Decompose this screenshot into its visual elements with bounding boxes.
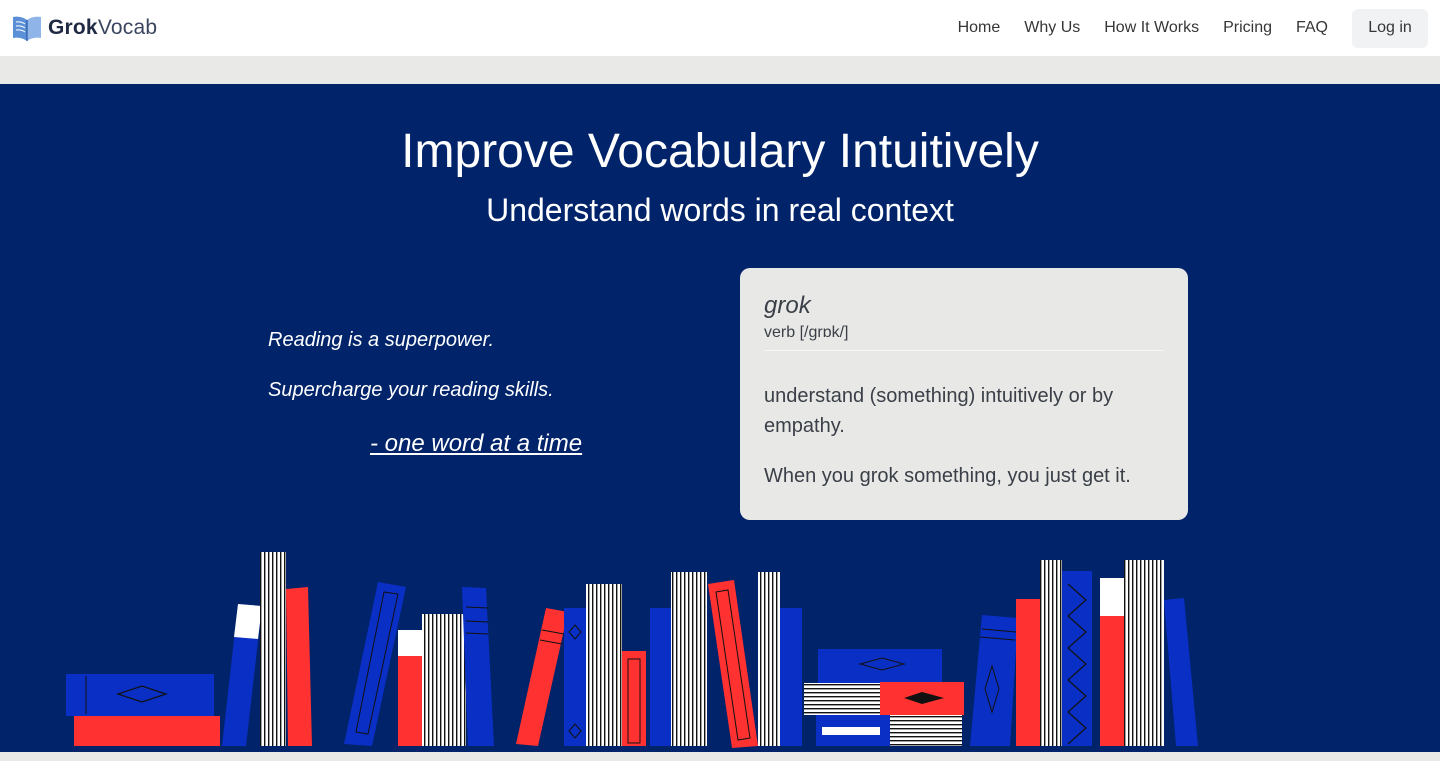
hero-subtitle: Understand words in real context (486, 192, 954, 228)
nav-why-us[interactable]: Why Us (1024, 8, 1080, 48)
brand-logo[interactable]: GrokVocab (12, 14, 157, 42)
definition-example: When you grok something, you just get it… (764, 465, 1131, 487)
tagline-superpower: Reading is a superpower. (268, 329, 495, 351)
nav-links: Home Why Us How It Works Pricing FAQ Log… (934, 8, 1428, 48)
nav-how-it-works[interactable]: How It Works (1104, 8, 1199, 48)
definition-meaning: understand (something) intuitively or by… (764, 385, 1114, 437)
definition-word: grok (764, 292, 811, 319)
hero-title: Improve Vocabulary Intuitively (401, 125, 1039, 178)
nav-home[interactable]: Home (958, 8, 1001, 48)
brand-name-bold: Grok (48, 16, 98, 39)
nav-pricing[interactable]: Pricing (1223, 8, 1272, 48)
definition-card: grok verb [/grɒk/] understand (something… (740, 268, 1188, 520)
login-button[interactable]: Log in (1352, 8, 1428, 48)
brand-name-light: Vocab (97, 16, 158, 39)
navbar: GrokVocab Home Why Us How It Works Prici… (0, 0, 1440, 56)
tagline-supercharge: Supercharge your reading skills. (268, 379, 554, 401)
tagline-one-word-link[interactable]: - one word at a time (370, 430, 582, 458)
nav-faq[interactable]: FAQ (1296, 8, 1328, 48)
brand-name: GrokVocab (48, 16, 157, 40)
bottom-strip (0, 752, 1440, 761)
definition-part-of-speech: verb [/grɒk/] (764, 324, 1164, 351)
bookshelf-illustration (66, 552, 1198, 748)
open-book-icon (13, 16, 41, 41)
hero-section: Improve Vocabulary Intuitively Understan… (0, 84, 1440, 752)
